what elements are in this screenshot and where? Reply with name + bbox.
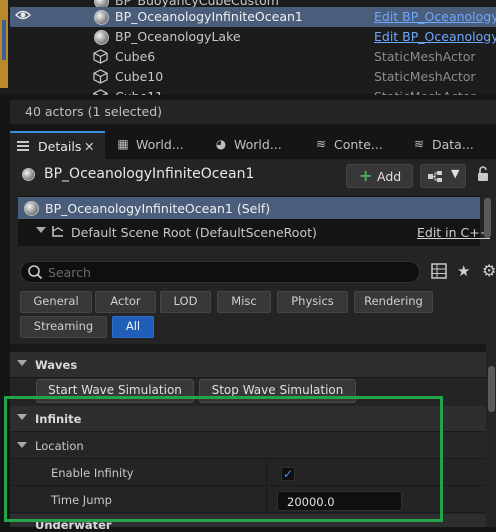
subcategory-location[interactable]: Location	[10, 433, 486, 459]
table-view-icon[interactable]	[431, 263, 447, 279]
time-jump-field[interactable]: 20000.0	[277, 491, 402, 511]
actor-name: BP_OceanologyInfiniteOcean1	[44, 166, 255, 182]
outliner-row[interactable]: Cube10 StaticMeshActor	[10, 67, 496, 87]
subcategory-label: Location	[35, 439, 84, 453]
edit-blueprint-link[interactable]: Edit BP_Oceanology	[374, 9, 496, 24]
actor-type: StaticMeshActor	[374, 89, 496, 95]
property-label: Time Jump	[51, 493, 112, 507]
time-jump-value: 20000.0	[287, 495, 335, 509]
viewport-edge-detail	[2, 20, 6, 60]
search-placeholder: Search	[48, 265, 91, 280]
component-label: BP_OceanologyInfiniteOcean1 (Self)	[45, 201, 271, 216]
blueprint-icon	[428, 171, 442, 182]
component-row-self[interactable]: BP_OceanologyInfiniteOcean1 (Self)	[18, 197, 480, 219]
tab-data[interactable]: ≋ Data...	[406, 131, 496, 159]
blueprint-options-button[interactable]: ▼	[420, 164, 466, 188]
sphere-icon	[93, 9, 109, 25]
search-input[interactable]: Search	[20, 261, 420, 283]
filter-physics[interactable]: Physics	[277, 291, 348, 313]
outliner-row[interactable]: BP_OceanologyLake Edit BP_Oceanology	[10, 27, 496, 47]
layers-icon: ≋	[413, 137, 425, 151]
sphere-icon	[93, 29, 109, 45]
outliner-row[interactable]: BP_OceanologyInfiniteOcean1 Edit BP_Ocean…	[10, 7, 496, 27]
eye-icon[interactable]	[14, 9, 32, 25]
add-component-button[interactable]: + Add	[346, 164, 413, 188]
edit-blueprint-link[interactable]: Edit BP_Oceanology	[374, 29, 496, 44]
column-divider[interactable]	[266, 487, 267, 513]
category-infinite[interactable]: Infinite	[10, 406, 486, 432]
category-label: Waves	[35, 358, 78, 372]
tab-world-2[interactable]: ◕ World...	[208, 131, 303, 159]
start-wave-simulation-button[interactable]: Start Wave Simulation	[36, 379, 194, 403]
globe-icon: ◕	[215, 137, 227, 151]
edit-in-cpp-link[interactable]: Edit in C++	[417, 225, 490, 240]
cube-icon	[93, 69, 109, 85]
outliner-row[interactable]: Cube11 StaticMeshActor	[10, 87, 496, 95]
expand-arrow-icon[interactable]	[36, 227, 46, 233]
category-waves[interactable]: Waves	[10, 352, 486, 378]
actor-count-bar: 40 actors (1 selected)	[10, 100, 496, 124]
filter-rendering[interactable]: Rendering	[354, 291, 433, 313]
collapse-arrow-icon	[17, 414, 27, 420]
world-grid-icon: ▦	[117, 137, 129, 151]
close-icon[interactable]: ✕	[84, 139, 94, 154]
actor-sphere-icon	[22, 168, 35, 181]
enable-infinity-checkbox[interactable]: ✓	[281, 467, 295, 481]
sphere-icon	[24, 201, 39, 216]
collapse-arrow-icon	[17, 442, 27, 448]
tab-details[interactable]: Details ✕	[10, 131, 105, 161]
details-scrollbar[interactable]	[488, 366, 495, 412]
tab-data-label: Data...	[432, 137, 474, 152]
tab-bar: Details ✕ ▦ World... ◕ World... ≋ Conte.…	[10, 129, 496, 161]
chevron-down-icon: ▼	[451, 167, 460, 180]
filter-actor[interactable]: Actor	[95, 291, 156, 313]
actor-label: BP_OceanologyLake	[115, 29, 241, 44]
lock-icon[interactable]	[476, 166, 492, 184]
category-label: Underwater	[35, 518, 112, 532]
stop-wave-simulation-button[interactable]: Stop Wave Simulation	[199, 379, 356, 403]
tab-content[interactable]: ≋ Conte...	[308, 131, 403, 159]
outliner-row[interactable]: Cube6 StaticMeshActor	[10, 47, 496, 67]
cube-icon	[93, 49, 109, 65]
tab-details-label: Details	[38, 139, 82, 154]
tab-content-label: Conte...	[334, 137, 383, 152]
filter-lod[interactable]: LOD	[160, 291, 211, 313]
list-icon	[16, 139, 30, 153]
filter-general[interactable]: General	[20, 291, 92, 313]
property-enable-infinity: Enable Infinity	[10, 460, 486, 486]
property-time-jump: Time Jump	[10, 487, 486, 513]
cube-icon	[93, 89, 109, 95]
filter-all[interactable]: All	[112, 316, 154, 338]
filter-misc[interactable]: Misc	[217, 291, 271, 313]
property-label: Enable Infinity	[51, 466, 134, 480]
layers-icon: ≋	[315, 137, 327, 151]
actor-type: StaticMeshActor	[374, 49, 476, 64]
actor-count: 40 actors (1 selected)	[25, 104, 163, 119]
actor-label: BP_OceanologyInfiniteOcean1	[115, 9, 303, 24]
column-divider[interactable]	[266, 460, 267, 486]
tab-world-1-label: World...	[136, 137, 184, 152]
plus-icon: +	[359, 166, 373, 185]
star-icon[interactable]: ★	[457, 262, 470, 280]
category-underwater[interactable]: Underwater	[10, 514, 486, 532]
component-label: Default Scene Root (DefaultSceneRoot)	[71, 225, 317, 240]
category-label: Infinite	[35, 412, 82, 426]
add-label: Add	[377, 169, 402, 184]
actor-label: Cube6	[115, 49, 156, 64]
component-scrollbar[interactable]	[484, 198, 491, 238]
actor-label: Cube11	[115, 89, 163, 95]
filter-streaming[interactable]: Streaming	[20, 316, 107, 338]
component-row-root[interactable]: Default Scene Root (DefaultSceneRoot) Ed…	[18, 221, 490, 243]
collapse-arrow-icon	[17, 360, 27, 366]
section-separator	[10, 344, 486, 352]
tab-world-2-label: World...	[234, 137, 282, 152]
tab-world-1[interactable]: ▦ World...	[110, 131, 205, 159]
scene-root-icon	[52, 226, 64, 237]
search-icon	[28, 265, 43, 280]
gear-icon[interactable]: ⚙	[482, 261, 496, 280]
actor-type: StaticMeshActor	[374, 69, 476, 84]
actor-label: Cube10	[115, 69, 164, 84]
